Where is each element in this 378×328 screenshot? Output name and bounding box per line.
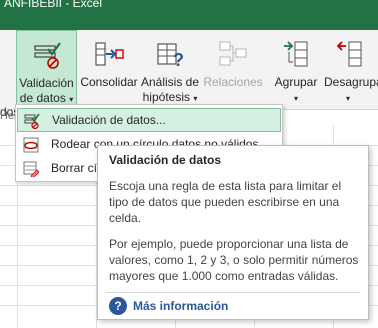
ungroup-button[interactable]: Desagrupa ▾ <box>322 30 378 110</box>
chevron-down-icon: ▾ <box>69 95 74 104</box>
what-if-label-2: hipótesis <box>142 90 190 104</box>
clear-circles-icon <box>23 161 39 177</box>
group-button[interactable]: Agrupar ▾ <box>270 30 322 110</box>
data-validation-icon <box>33 42 61 69</box>
tooltip-paragraph-1: Escoja una regla de esta lista para limi… <box>109 179 342 225</box>
consolidate-button[interactable]: Consolidar <box>79 30 139 110</box>
relationships-label: Relaciones <box>203 75 263 89</box>
group-label: Agrupar <box>274 75 318 89</box>
consolidate-icon <box>95 42 124 66</box>
tooltip-title: Validación de datos <box>109 153 222 167</box>
consolidate-label: Consolidar <box>80 75 138 89</box>
more-info-label: Más información <box>133 299 229 313</box>
menu-item-label: Validación de datos... <box>52 113 166 127</box>
what-if-label-1: Análisis de <box>140 75 200 89</box>
window-title: ANFIBEBII - Excel <box>4 0 103 10</box>
data-validation-label-2: de datos <box>19 91 66 105</box>
svg-text:?: ? <box>173 50 184 70</box>
data-validation-label-1: Validación <box>19 76 74 90</box>
chevron-down-icon: ▾ <box>345 94 350 103</box>
what-if-analysis-button[interactable]: ? Análisis de hipótesis ▾ <box>140 30 200 110</box>
ungroup-icon <box>336 41 362 67</box>
tooltip-paragraph-2: Por ejemplo, puede proporcionar una list… <box>109 237 359 283</box>
data-validation-icon <box>24 113 40 129</box>
title-bar: ANFIBEBII - Excel <box>0 0 378 30</box>
chevron-down-icon: ▾ <box>293 94 298 103</box>
chevron-down-icon: ▾ <box>193 94 198 103</box>
relationships-button[interactable]: Relaciones <box>202 30 264 110</box>
circle-invalid-icon <box>23 137 39 153</box>
tooltip-data-validation: Validación de datos Escoja una regla de … <box>97 145 369 320</box>
what-if-icon: ? <box>157 43 184 70</box>
data-validation-button[interactable]: Validación de datos ▾ <box>16 30 77 110</box>
group-icon <box>284 41 308 67</box>
relationships-icon <box>219 41 247 66</box>
ribbon-data-tab: dos Validación de datos ▾ Consolidar ? A… <box>0 30 378 119</box>
tooltip-divider <box>106 292 360 293</box>
menu-item-data-validation[interactable]: Validación de datos... <box>17 108 281 132</box>
help-icon: ? <box>109 297 127 315</box>
ungroup-label: Desagrupa <box>324 75 378 89</box>
